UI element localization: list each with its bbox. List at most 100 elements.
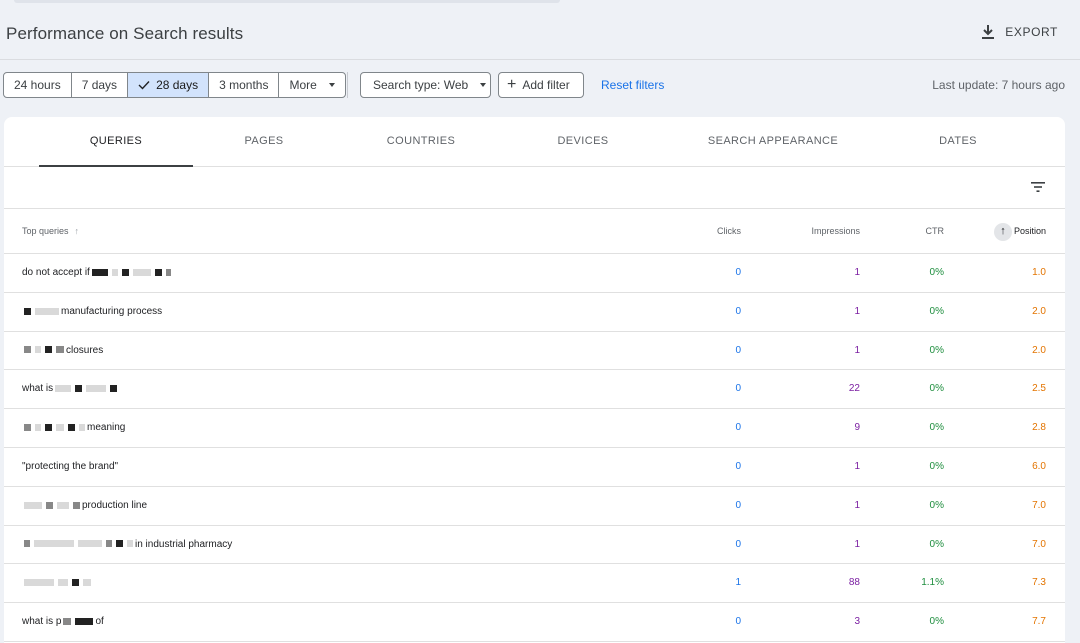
tab-devices[interactable]: DEVICES (533, 117, 633, 167)
page-title: Performance on Search results (6, 24, 244, 43)
clicks-cell: 0 (735, 499, 741, 511)
redaction (75, 618, 94, 626)
impressions-cell: 3 (854, 616, 860, 628)
redaction (24, 579, 54, 587)
query-cell: manufacturing process (22, 293, 162, 331)
tab-search-appearance[interactable]: SEARCH APPEARANCE (693, 117, 853, 167)
table-row[interactable]: production line 0 1 0% 7.0 (4, 487, 1065, 526)
header-impressions[interactable]: Impressions (811, 209, 860, 254)
query-text-suffix: production line (82, 499, 148, 511)
check-icon (138, 81, 150, 90)
redaction (75, 385, 83, 393)
table-row[interactable]: "protecting the brand" 0 1 0% 6.0 (4, 448, 1065, 487)
ctr-cell: 0% (929, 344, 944, 356)
query-text-suffix: in industrial pharmacy (135, 538, 233, 550)
query-text-suffix: closures (66, 344, 104, 356)
redaction (132, 268, 151, 276)
table-row[interactable]: in industrial pharmacy 0 1 0% 7.0 (4, 526, 1065, 565)
table-row[interactable]: what is p of 0 3 0% 7.7 (4, 603, 1065, 642)
impressions-cell: 88 (848, 577, 860, 589)
redaction (106, 540, 112, 548)
redaction (116, 540, 123, 548)
query-cell: what is (22, 370, 119, 408)
query-text-prefix: what is (22, 383, 54, 395)
table-body: do not accept if 0 1 0% 1.0 manufacturin… (4, 254, 1065, 642)
redaction (56, 424, 64, 432)
add-filter-button[interactable]: + Add filter (498, 72, 584, 98)
redaction (63, 618, 72, 626)
dimension-tabs: QUERIES PAGES COUNTRIES DEVICES SEARCH A… (4, 117, 1065, 167)
range-24-hours[interactable]: 24 hours (4, 73, 72, 97)
redaction (45, 346, 52, 354)
export-button[interactable]: EXPORT (981, 24, 1058, 40)
header-ctr[interactable]: CTR (926, 209, 945, 254)
ctr-cell: 0% (929, 616, 944, 628)
arrow-up-icon: ↑ (74, 226, 80, 236)
impressions-cell: 1 (854, 344, 860, 356)
query-text-suffix: of (95, 616, 104, 628)
query-text-prefix: do not accept if (22, 267, 90, 278)
position-cell: 1.0 (1032, 267, 1046, 278)
position-cell: 2.0 (1032, 305, 1046, 317)
range-3-months[interactable]: 3 months (209, 73, 280, 97)
tab-pages[interactable]: PAGES (214, 117, 314, 167)
ctr-cell: 0% (929, 460, 944, 472)
redaction (35, 307, 59, 315)
redaction (154, 268, 162, 276)
redaction (78, 540, 102, 548)
position-cell: 7.3 (1032, 577, 1046, 589)
position-cell: 2.8 (1032, 422, 1046, 434)
redaction (110, 385, 118, 393)
ctr-cell: 0% (929, 383, 944, 395)
header-clicks[interactable]: Clicks (717, 209, 741, 254)
impressions-cell: 9 (854, 422, 860, 434)
range-7-days[interactable]: 7 days (72, 73, 129, 97)
table-row[interactable]: 1 88 1.1% 7.3 (4, 564, 1065, 604)
tab-countries[interactable]: COUNTRIES (366, 117, 476, 167)
header-top-queries[interactable]: Top queries ↑ (22, 209, 79, 254)
page-header: Performance on Search results EXPORT (0, 0, 1080, 60)
position-cell: 7.0 (1032, 538, 1046, 550)
query-text-prefix: "protecting the brand" (22, 460, 119, 472)
search-type-filter[interactable]: Search type: Web (360, 72, 491, 98)
table-row[interactable]: meaning 0 9 0% 2.8 (4, 409, 1065, 448)
header-position[interactable]: ↑ Position (993, 209, 1046, 254)
clicks-cell: 0 (735, 616, 741, 628)
redaction (72, 579, 79, 587)
table-row[interactable]: what is 0 22 0% 2.5 (4, 370, 1065, 410)
ctr-cell: 0% (929, 538, 944, 550)
redaction (24, 540, 30, 548)
ctr-cell: 1.1% (921, 577, 944, 589)
header-position-label: Position (1013, 226, 1046, 236)
impressions-cell: 22 (848, 383, 860, 395)
redaction (34, 540, 74, 548)
clicks-cell: 1 (735, 577, 741, 589)
redaction (24, 307, 31, 315)
table-row[interactable]: closures 0 1 0% 2.0 (4, 332, 1065, 371)
filter-list-icon[interactable] (1030, 180, 1046, 194)
redaction (83, 579, 91, 587)
clicks-cell: 0 (735, 383, 741, 395)
tab-dates[interactable]: DATES (908, 117, 1008, 167)
range-28-days[interactable]: 28 days (128, 73, 210, 97)
impressions-cell: 1 (854, 460, 860, 472)
redaction (57, 501, 69, 509)
clicks-cell: 0 (735, 460, 741, 472)
range-more-dropdown[interactable]: More (279, 73, 344, 97)
position-cell: 2.0 (1032, 344, 1046, 356)
redaction (86, 385, 107, 393)
reset-filters-link[interactable]: Reset filters (601, 78, 664, 92)
table-row[interactable]: do not accept if 0 1 0% 1.0 (4, 254, 1065, 293)
query-cell: meaning (22, 409, 125, 447)
table-row[interactable]: manufacturing process 0 1 0% 2.0 (4, 293, 1065, 332)
query-cell: closures (22, 332, 103, 370)
ctr-cell: 0% (929, 267, 944, 278)
date-range-group: 24 hours 7 days 28 days 3 months More (3, 72, 346, 98)
toolbar-divider (347, 72, 348, 98)
redaction (68, 424, 75, 432)
redaction (121, 268, 129, 276)
ctr-cell: 0% (929, 499, 944, 511)
tab-queries[interactable]: QUERIES (39, 117, 193, 167)
query-cell: do not accept if (22, 254, 173, 292)
redaction (111, 268, 118, 276)
